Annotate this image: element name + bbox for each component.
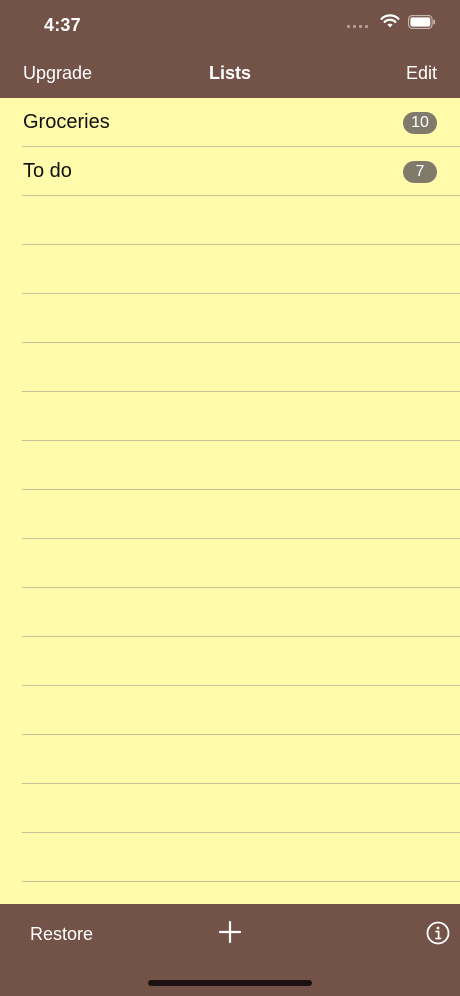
row-divider <box>22 881 460 882</box>
item-count-badge: 7 <box>403 161 437 183</box>
cellular-signal-icon <box>347 16 368 28</box>
bottom-toolbar: Restore <box>0 904 460 996</box>
upgrade-button[interactable]: Upgrade <box>23 63 92 84</box>
row-divider <box>22 734 460 735</box>
list-item-groceries[interactable]: Groceries 10 <box>0 98 460 146</box>
row-divider <box>22 391 460 392</box>
row-divider <box>22 146 460 147</box>
item-count-badge: 10 <box>403 112 437 134</box>
row-divider <box>22 342 460 343</box>
info-icon[interactable] <box>426 921 450 945</box>
row-divider <box>22 489 460 490</box>
row-divider <box>22 244 460 245</box>
row-divider <box>22 293 460 294</box>
page-title: Lists <box>208 63 251 83</box>
wifi-icon <box>380 14 400 28</box>
edit-button[interactable]: Edit <box>406 63 437 84</box>
status-icons <box>347 14 436 29</box>
home-indicator <box>148 980 312 986</box>
row-divider <box>22 538 460 539</box>
row-divider <box>22 685 460 686</box>
list-item-to-do[interactable]: To do 7 <box>0 147 460 195</box>
row-divider <box>22 440 460 441</box>
row-divider <box>22 832 460 833</box>
lists-table: Groceries 10 To do 7 <box>0 98 460 904</box>
row-divider <box>22 587 460 588</box>
status-time: 4:37 <box>44 15 81 35</box>
restore-button[interactable]: Restore <box>30 924 93 945</box>
row-divider <box>22 195 460 196</box>
list-item-title: Groceries <box>23 111 110 133</box>
plus-icon[interactable] <box>218 920 242 944</box>
row-divider <box>22 783 460 784</box>
list-item-title: To do <box>23 160 72 182</box>
top-bar: 4:37 Upgrade Lists Edit <box>0 0 460 98</box>
battery-icon <box>408 14 435 29</box>
row-divider <box>22 636 460 637</box>
